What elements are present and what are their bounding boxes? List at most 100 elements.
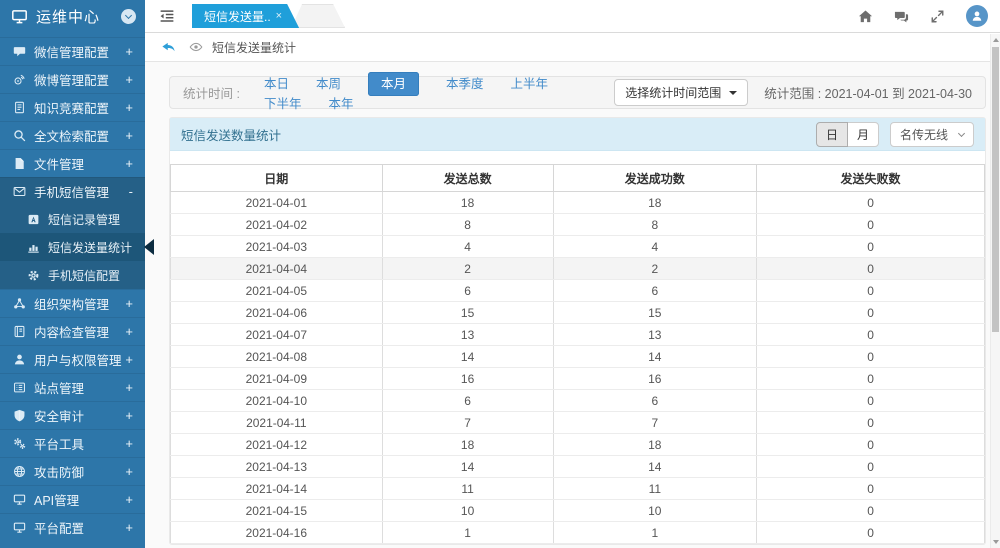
content-area: 统计时间 : 本日本周本月本季度上半年下半年本年 选择统计时间范围 统计范围 :… [145, 62, 990, 548]
cell-date: 2021-04-14 [171, 478, 383, 500]
expand-indicator: + [125, 128, 133, 143]
table-row[interactable]: 2021-04-16110 [171, 522, 985, 544]
sidebar-subitem-sms-config[interactable]: 手机短信配置 [0, 261, 145, 289]
tab-sms-volume[interactable]: 短信发送量.. × [192, 4, 299, 28]
table-row[interactable]: 2021-04-1411110 [171, 478, 985, 500]
range-button-label: 选择统计时间范围 [625, 84, 721, 101]
cell-value: 18 [382, 434, 553, 456]
sidebar-subitem-label: 短信发送量统计 [48, 239, 132, 256]
table-row[interactable]: 2021-04-0916160 [171, 368, 985, 390]
sidebar-collapse-button[interactable] [121, 9, 136, 24]
column-header: 发送成功数 [553, 165, 757, 192]
comments-icon[interactable] [894, 9, 909, 24]
cell-value: 6 [553, 280, 757, 302]
sidebar-item-weibo-config[interactable]: 微博管理配置+ [0, 65, 145, 93]
month-view-button[interactable]: 月 [847, 122, 879, 147]
expand-indicator: + [125, 492, 133, 507]
cell-value: 0 [757, 434, 985, 456]
expand-icon[interactable] [930, 9, 945, 24]
scroll-down-arrow[interactable] [993, 540, 999, 544]
sidebar-item-quiz-config[interactable]: 知识竞赛配置+ [0, 93, 145, 121]
topbar: 短信发送量.. × [145, 0, 1000, 33]
cell-date: 2021-04-12 [171, 434, 383, 456]
table-row[interactable]: 2021-04-1510100 [171, 500, 985, 522]
back-arrow-icon[interactable] [161, 40, 176, 55]
table-row[interactable]: 2021-04-03440 [171, 236, 985, 258]
sidebar-item-content-check[interactable]: 内容检查管理+ [0, 317, 145, 345]
cell-value: 13 [382, 324, 553, 346]
cell-value: 0 [757, 324, 985, 346]
stats-panel: 短信发送数量统计 日 月 名传无线 [169, 117, 986, 545]
table-row[interactable]: 2021-04-10660 [171, 390, 985, 412]
sidebar-item-label: 用户与权限管理 [34, 350, 122, 369]
user-avatar[interactable] [966, 5, 988, 27]
table-row[interactable]: 2021-04-0814140 [171, 346, 985, 368]
vertical-scrollbar[interactable] [990, 34, 1000, 548]
sidebar-subitem-sms-record-management[interactable]: 短信记录管理 [0, 205, 145, 233]
scrollbar-thumb[interactable] [992, 47, 999, 332]
sidebar-item-file-management[interactable]: 文件管理+ [0, 149, 145, 177]
sidebar-item-sms-management[interactable]: 手机短信管理 - [0, 177, 145, 205]
filter-option-today[interactable]: 本日 [264, 77, 289, 91]
cell-value: 0 [757, 192, 985, 214]
table-row[interactable]: 2021-04-02880 [171, 214, 985, 236]
column-header: 发送失败数 [757, 165, 985, 192]
channel-select[interactable]: 名传无线 [890, 122, 974, 147]
filter-option-this-month[interactable]: 本月 [368, 72, 419, 96]
expand-indicator: + [125, 436, 133, 451]
filter-option-this-week[interactable]: 本周 [316, 77, 341, 91]
cell-value: 14 [553, 456, 757, 478]
sidebar-item-attack-defense[interactable]: 攻击防御+ [0, 457, 145, 485]
column-header: 日期 [171, 165, 383, 192]
sidebar-item-label: 手机短信管理 [34, 182, 109, 201]
outdent-icon[interactable] [159, 8, 175, 24]
sidebar-item-security-audit[interactable]: 安全审计+ [0, 401, 145, 429]
cell-value: 7 [382, 412, 553, 434]
expand-indicator: - [129, 184, 133, 199]
sidebar-subitem-sms-volume-stats[interactable]: 短信发送量统计 [0, 233, 145, 261]
cell-value: 6 [553, 390, 757, 412]
chat-bubble-icon [13, 45, 26, 58]
panel-controls: 日 月 名传无线 [816, 122, 974, 147]
cell-date: 2021-04-11 [171, 412, 383, 434]
cell-value: 16 [382, 368, 553, 390]
cell-value: 10 [382, 500, 553, 522]
day-view-button[interactable]: 日 [816, 122, 848, 147]
sidebar-item-org-structure[interactable]: 组织架构管理+ [0, 289, 145, 317]
caret-down-icon [729, 91, 737, 95]
close-icon[interactable]: × [276, 10, 282, 22]
table-row[interactable]: 2021-04-0713130 [171, 324, 985, 346]
expand-indicator: + [125, 408, 133, 423]
filter-option-this-year[interactable]: 本年 [328, 97, 353, 111]
table-row[interactable]: 2021-04-11770 [171, 412, 985, 434]
table-row[interactable]: 2021-04-1314140 [171, 456, 985, 478]
cell-date: 2021-04-16 [171, 522, 383, 544]
filter-option-second-half-year[interactable]: 下半年 [264, 97, 302, 111]
sidebar-item-user-permission[interactable]: 用户与权限管理+ [0, 345, 145, 373]
sidebar-item-platform-config[interactable]: 平台配置+ [0, 513, 145, 541]
scroll-up-arrow[interactable] [993, 38, 999, 42]
table-row[interactable]: 2021-04-04220 [171, 258, 985, 280]
table-row[interactable]: 2021-04-1218180 [171, 434, 985, 456]
cell-value: 11 [553, 478, 757, 500]
topbar-icons [858, 5, 988, 27]
cell-value: 1 [553, 522, 757, 544]
select-time-range-button[interactable]: 选择统计时间范围 [614, 79, 748, 106]
range-text: 统计范围 : 2021-04-01 到 2021-04-30 [764, 83, 972, 102]
filter-option-first-half-year[interactable]: 上半年 [511, 77, 549, 91]
desktop-icon [13, 521, 26, 534]
cell-value: 0 [757, 302, 985, 324]
sidebar-item-api-management[interactable]: API管理+ [0, 485, 145, 513]
sidebar-item-site-management[interactable]: 站点管理+ [0, 373, 145, 401]
cell-value: 0 [757, 390, 985, 412]
cell-date: 2021-04-03 [171, 236, 383, 258]
home-icon[interactable] [858, 9, 873, 24]
table-row[interactable]: 2021-04-0118180 [171, 192, 985, 214]
sidebar-item-wechat-config[interactable]: 微信管理配置+ [0, 37, 145, 65]
table-row[interactable]: 2021-04-0615150 [171, 302, 985, 324]
sidebar-subitem-label: 手机短信配置 [48, 267, 120, 284]
filter-option-this-quarter[interactable]: 本季度 [446, 77, 484, 91]
sidebar-item-platform-tools[interactable]: 平台工具+ [0, 429, 145, 457]
sidebar-item-fulltext-search-config[interactable]: 全文检索配置+ [0, 121, 145, 149]
table-row[interactable]: 2021-04-05660 [171, 280, 985, 302]
